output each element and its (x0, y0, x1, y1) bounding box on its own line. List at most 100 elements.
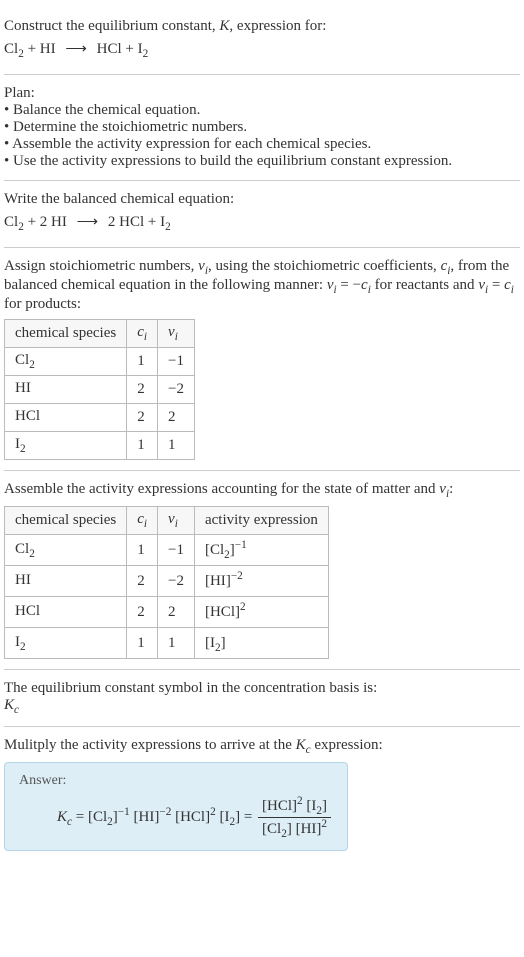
cell-activity: [I2] (194, 628, 328, 659)
ci-sym: c (137, 324, 144, 340)
activity-table: chemical species ci νi activity expressi… (4, 506, 329, 659)
act-t2: : (449, 481, 453, 497)
table-row: HI 2 −2 [HI]−2 (5, 566, 329, 597)
ae-exp: −2 (231, 570, 243, 582)
sp: HI (15, 572, 31, 588)
plan-section: Plan: • Balance the chemical equation. •… (4, 75, 520, 181)
plus-hi: + HI (24, 41, 60, 57)
num2c: ] (322, 798, 327, 814)
prompt-prefix: Construct the equilibrium constant, K, e… (4, 18, 326, 34)
col-vi: νi (158, 320, 195, 348)
stoich-t1: Assign stoichiometric numbers, (4, 258, 198, 274)
cell-ci: 1 (127, 348, 158, 376)
stoich-r1c: = − (337, 277, 361, 293)
symbol-line: The equilibrium constant symbol in the c… (4, 680, 520, 697)
cell-vi: −1 (158, 535, 195, 566)
cell-vi: 1 (158, 432, 195, 460)
cell-ci: 1 (127, 535, 158, 566)
table-row: Cl2 1 −1 [Cl2]−1 (5, 535, 329, 566)
cell-species: I2 (5, 432, 127, 460)
multiply-section: Mulitply the activity expressions to arr… (4, 727, 520, 861)
col-vi: νi (158, 507, 195, 535)
unbalanced-equation: Cl2 + HI ⟶ HCl + I2 (4, 39, 520, 60)
plan-title: Plan: (4, 85, 520, 102)
ans-t3: [HCl] (171, 809, 210, 825)
stoich-r1d: c (361, 277, 368, 293)
ae-b: [HI (205, 573, 226, 589)
cell-ci: 2 (127, 566, 158, 597)
table-row: HCl 2 2 [HCl]2 (5, 597, 329, 628)
stoich-r2d: c (504, 277, 511, 293)
reactant-cl2: Cl (4, 41, 18, 57)
stoich-table: chemical species ci νi Cl2 1 −1 HI 2 −2 … (4, 319, 195, 460)
col-ci: ci (127, 320, 158, 348)
stoich-t4: for reactants and (371, 277, 478, 293)
mul-t1: Mulitply the activity expressions to arr… (4, 737, 296, 753)
stoich-section: Assign stoichiometric numbers, νi, using… (4, 248, 520, 471)
stoich-r2c: = (488, 277, 504, 293)
ae-exp: −1 (235, 539, 247, 551)
col-species: chemical species (5, 507, 127, 535)
stoich-intro: Assign stoichiometric numbers, νi, using… (4, 258, 520, 313)
cell-species: HCl (5, 597, 127, 628)
act-nu: ν (439, 481, 446, 497)
ci-sym: c (137, 511, 144, 527)
cell-activity: [HCl]2 (194, 597, 328, 628)
vi-sym: ν (168, 324, 175, 340)
ans-t2: [HI] (130, 809, 160, 825)
cell-species: HI (5, 376, 127, 404)
cell-activity: [HI]−2 (194, 566, 328, 597)
ans-K: K (57, 809, 67, 825)
col-activity: activity expression (194, 507, 328, 535)
plan-bullet-1: • Balance the chemical equation. (4, 102, 520, 119)
table-header-row: chemical species ci νi (5, 320, 195, 348)
ae-b: [Cl (205, 542, 224, 558)
den1c: ] [HI] (287, 821, 322, 837)
bal-mid: + 2 HI (24, 214, 71, 230)
prompt-text: Construct the equilibrium constant, K, e… (4, 18, 520, 35)
cell-ci: 2 (127, 376, 158, 404)
mul-K: K (296, 737, 306, 753)
fraction-denominator: [Cl2] [HI]2 (258, 818, 331, 840)
stoich-nu: ν (198, 258, 205, 274)
table-row: HI 2 −2 (5, 376, 195, 404)
balanced-section: Write the balanced chemical equation: Cl… (4, 181, 520, 248)
answer-label: Answer: (19, 773, 333, 789)
num2: [I (303, 798, 317, 814)
prompt-section: Construct the equilibrium constant, K, e… (4, 8, 520, 75)
cell-vi: −2 (158, 566, 195, 597)
ans-t4c: ] = (235, 809, 256, 825)
activity-intro: Assemble the activity expressions accoun… (4, 481, 520, 500)
plan-bullet-4: • Use the activity expressions to build … (4, 153, 520, 170)
kc-symbol: Kc (4, 697, 520, 716)
plan-bullet-3: • Assemble the activity expression for e… (4, 136, 520, 153)
cell-species: HCl (5, 404, 127, 432)
ans-eq: = (72, 809, 88, 825)
cell-ci: 1 (127, 628, 158, 659)
ae-b: [I (205, 635, 215, 651)
sps: 2 (29, 359, 35, 371)
table-row: HCl 2 2 (5, 404, 195, 432)
cell-vi: 2 (158, 404, 195, 432)
ae-b: [HCl (205, 604, 235, 620)
balanced-equation: Cl2 + 2 HI ⟶ 2 HCl + I2 (4, 212, 520, 233)
table-row: Cl2 1 −1 (5, 348, 195, 376)
sp: HCl (15, 408, 40, 424)
stoich-r2a: ν (478, 277, 485, 293)
num1: [HCl] (262, 798, 297, 814)
cell-activity: [Cl2]−1 (194, 535, 328, 566)
sps: 2 (29, 548, 35, 560)
ci-sub: i (144, 331, 147, 343)
ans-t4: [I (216, 809, 230, 825)
symbol-section: The equilibrium constant symbol in the c… (4, 670, 520, 727)
bal-i2-sub: 2 (165, 221, 171, 233)
fraction-numerator: [HCl]2 [I2] (258, 795, 331, 818)
cell-ci: 2 (127, 404, 158, 432)
table-header-row: chemical species ci νi activity expressi… (5, 507, 329, 535)
cell-species: Cl2 (5, 535, 127, 566)
sp: HCl (15, 603, 40, 619)
den1: [Cl (262, 821, 281, 837)
act-t1: Assemble the activity expressions accoun… (4, 481, 439, 497)
cell-species: Cl2 (5, 348, 127, 376)
sp: Cl (15, 541, 29, 557)
